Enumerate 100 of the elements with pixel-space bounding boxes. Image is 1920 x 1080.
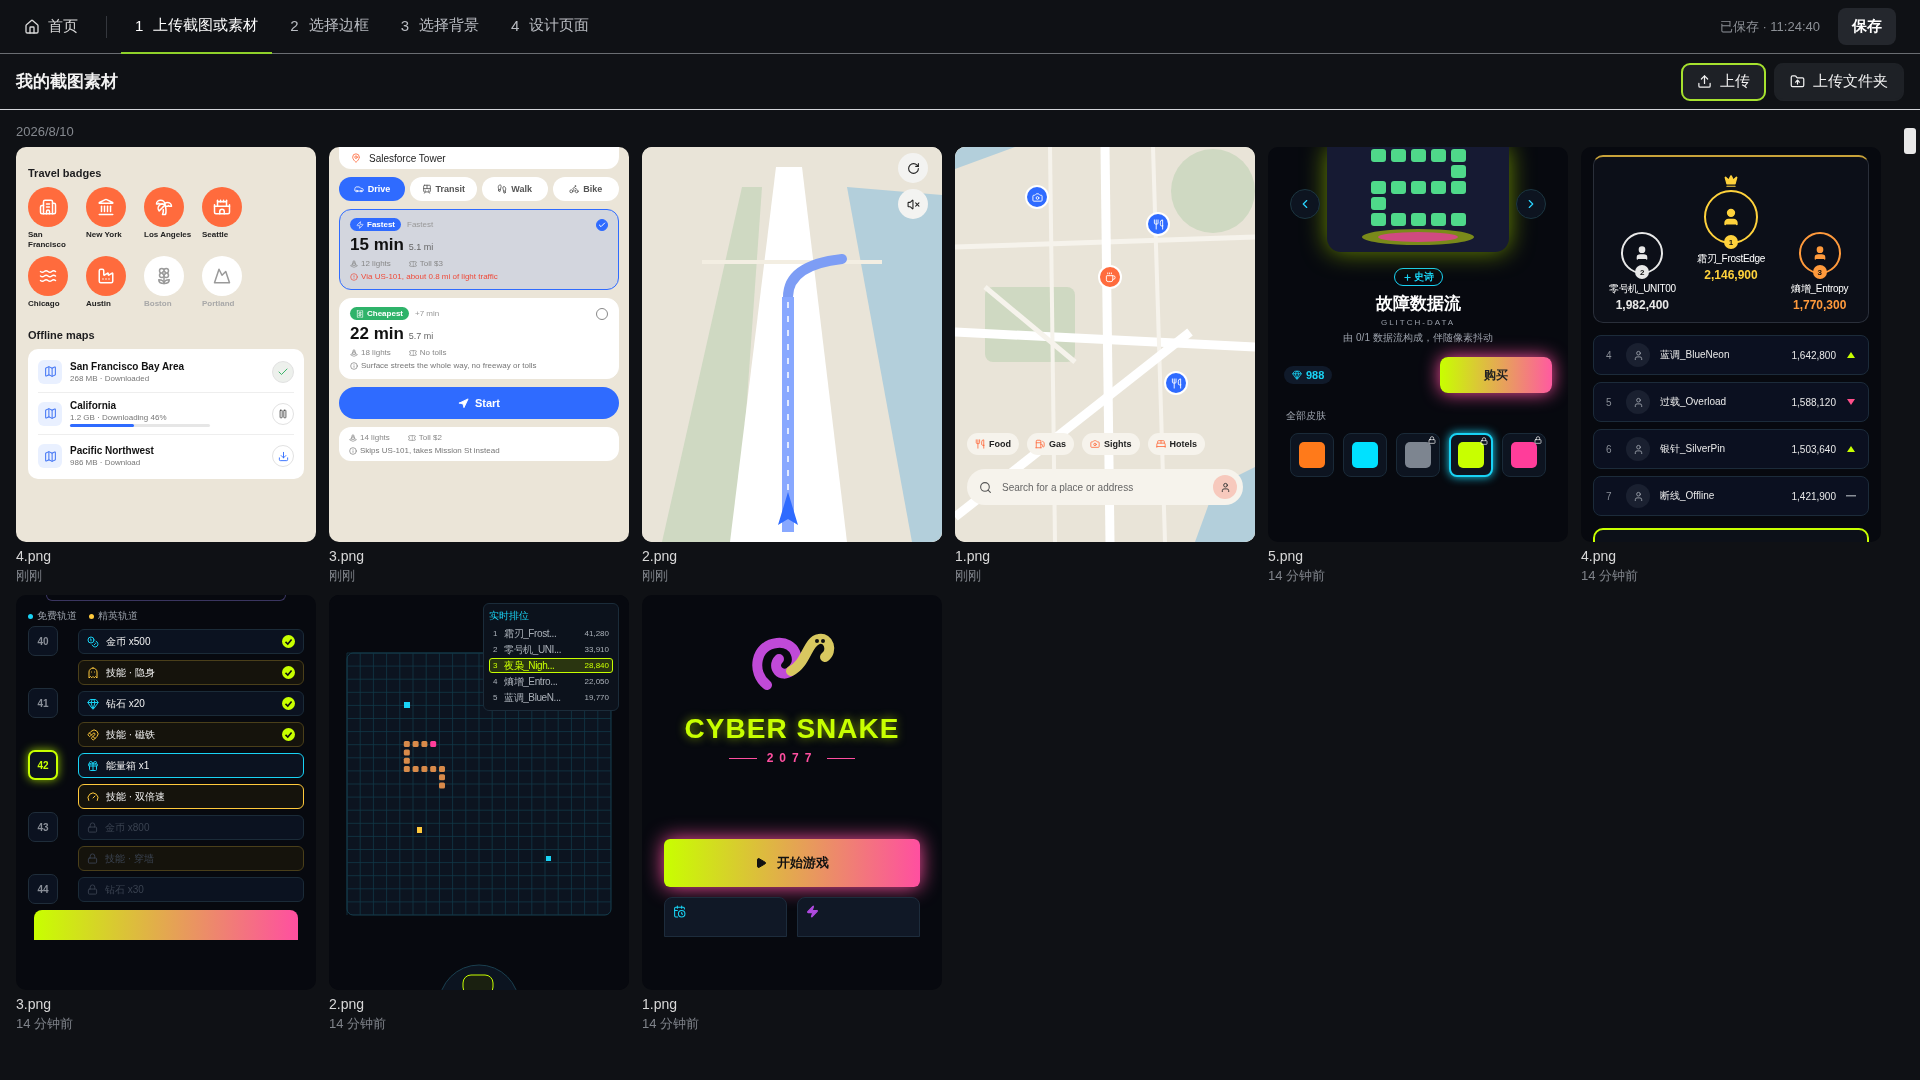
reward-item[interactable]: 金币 x500 <box>78 629 304 654</box>
route-option-card[interactable]: 14 lights Toll $2 Skips US-101, takes Mission St instead <box>339 427 619 461</box>
travel-mode-tab[interactable]: Drive <box>339 177 406 201</box>
route-note: Via US-101, about 0.8 mi of light traffic <box>361 272 498 281</box>
upload-folder-button[interactable]: 上传文件夹 <box>1774 62 1904 101</box>
start-game-button[interactable]: 开始游戏 <box>664 839 920 887</box>
player-score: 1,421,900 <box>1791 490 1836 502</box>
next-button[interactable] <box>1516 189 1546 219</box>
skin-option[interactable] <box>1343 433 1387 477</box>
gift-icon <box>87 759 99 772</box>
city-badge[interactable] <box>28 187 68 227</box>
upload-time: 14 分钟前 <box>329 1015 388 1033</box>
leaderboard-row[interactable]: 7 断线_Offline 1,421,900 <box>1593 476 1869 516</box>
city-badge[interactable] <box>86 256 126 296</box>
player-score: 1,588,120 <box>1791 396 1836 408</box>
reward-item[interactable]: 技能 · 隐身 <box>78 660 304 685</box>
receipt-icon <box>356 309 364 318</box>
mute-icon <box>906 197 920 211</box>
skin-option[interactable] <box>1502 433 1546 477</box>
scrollbar-thumb[interactable] <box>1904 128 1916 154</box>
alert-icon <box>350 272 358 281</box>
reward-item[interactable]: 技能 · 磁铁 <box>78 722 304 747</box>
screenshot-thumbnail[interactable] <box>16 147 316 542</box>
category-chip[interactable]: Gas <box>1027 433 1074 455</box>
info-icon <box>350 361 358 370</box>
leaderboard-row[interactable]: 5 过载_Overload 1,588,120 <box>1593 382 1869 422</box>
buy-button[interactable]: 购买 <box>1440 357 1552 393</box>
skin-name: 故障数据流 <box>1375 293 1461 315</box>
toll-info: Toll $3 <box>419 259 443 268</box>
category-chip[interactable]: Food <box>967 433 1019 455</box>
file-name: 4.png <box>16 548 53 564</box>
screenshot-thumbnail[interactable]: 2 零号机_UNIT00 1,982,400 1 霜刃_FrostEdge 2,146,900 3 熵增_Entropy 1,770,300 4 蓝调_BlueNeon 1,642,800 5 过载_Overload 1,588,120 6 银针_SilverPin 1,503,640 7 断线_Offline 1,421,900 <box>1581 147 1881 542</box>
previous-button[interactable] <box>1290 189 1320 219</box>
pause-button[interactable] <box>272 402 294 425</box>
badge-label: Chicago <box>28 299 61 310</box>
travel-mode-tab[interactable]: Walk <box>481 177 548 201</box>
city-badge[interactable] <box>86 187 126 227</box>
reward-item[interactable]: 钻石 x20 <box>78 691 304 716</box>
screenshot-thumbnail[interactable] <box>329 147 629 542</box>
lightning-icon <box>806 905 819 918</box>
step-tab[interactable]: 4 设计页面 <box>497 0 604 54</box>
city-badge[interactable] <box>202 256 242 296</box>
save-button[interactable]: 保存 <box>1838 8 1896 45</box>
reward-label: 技能 · 磁铁 <box>106 727 156 742</box>
download-icon <box>277 450 289 462</box>
traffic-cone-icon <box>349 433 357 442</box>
route-note: Surface streets the whole way, no freeway or tolls <box>361 361 537 370</box>
step-tab[interactable]: 1 上传截图或素材 <box>121 0 273 54</box>
step-tab[interactable]: 2 选择边框 <box>276 0 383 54</box>
player-score: 28,840 <box>584 661 609 670</box>
map-name: Pacific Northwest <box>70 445 155 456</box>
route-distance: 5.1 mi <box>408 242 434 252</box>
info-icon <box>349 446 357 455</box>
travel-mode-tab[interactable]: Transit <box>410 177 477 201</box>
leaderboard-row[interactable]: 4 蓝调_BlueNeon 1,642,800 <box>1593 335 1869 375</box>
file-name: 1.png <box>955 548 992 564</box>
flower-icon <box>155 267 173 285</box>
screenshot-thumbnail[interactable]: 史诗 故障数据流 GLITCH-DATA 由 0/1 数据流构成，伴随像素抖动 988 购买 全部皮肤 <box>1268 147 1568 542</box>
destination-field[interactable]: Salesforce Tower <box>339 147 619 169</box>
level-badge: 44 <box>28 874 58 904</box>
route-option-card[interactable]: Cheapest +7 min 22 min 5.7 mi 18 lights No tolls Surface streets the whole way, no freeway or tolls <box>339 298 619 379</box>
start-button[interactable]: Start <box>339 387 619 419</box>
factory-icon <box>97 267 115 285</box>
reward-item[interactable]: 能量箱 x1 <box>78 753 304 778</box>
city-badge[interactable] <box>202 187 242 227</box>
upload-time: 刚刚 <box>955 567 982 585</box>
skin-option[interactable] <box>1290 433 1334 477</box>
search-bar[interactable]: Search for a place or address <box>967 469 1243 505</box>
section-heading: Travel badges <box>28 167 103 179</box>
check-icon <box>282 666 295 679</box>
step-tab[interactable]: 3 选择背景 <box>386 0 494 54</box>
city-badge[interactable] <box>144 187 184 227</box>
game-title: CYBER SNAKE <box>684 713 900 745</box>
route-tag-label: Cheapest <box>367 309 403 318</box>
city-badge[interactable] <box>28 256 68 296</box>
screenshot-thumbnail[interactable]: CYBER SNAKE 2077 开始游戏 <box>642 595 942 990</box>
home-link[interactable]: 首页 <box>24 17 92 36</box>
check-icon <box>282 697 295 710</box>
traffic-lights-info: 18 lights <box>361 348 391 357</box>
route-option-card[interactable]: Fastest Fastest 15 min 5.1 mi 12 lights Toll $3 Via US-101, about 0.8 mi of light traffic <box>339 209 619 290</box>
profile-button[interactable] <box>1213 475 1237 499</box>
radio-button[interactable] <box>596 218 608 231</box>
leaderboard-row[interactable]: 6 银针_SilverPin 1,503,640 <box>1593 429 1869 469</box>
plus-icon <box>1402 272 1412 282</box>
upload-button[interactable]: 上传 <box>1681 62 1766 101</box>
category-chip[interactable]: Sights <box>1082 433 1140 455</box>
player-score: 41,280 <box>584 629 609 638</box>
rank-number: 1 <box>1724 235 1738 249</box>
category-chip[interactable]: Hotels <box>1147 433 1206 455</box>
game-subtitle: 2077 <box>766 751 818 765</box>
waves-icon <box>39 267 57 285</box>
pause-icon <box>278 408 288 419</box>
search-field[interactable]: Search for a place or address <box>1000 480 1205 494</box>
ticket-icon <box>408 259 417 268</box>
save-status: 已保存 · 11:24:40 <box>1719 17 1820 36</box>
reward-item[interactable]: 技能 · 双倍速 <box>78 784 304 809</box>
building-icon <box>39 198 57 216</box>
travel-mode-tab[interactable]: Bike <box>552 177 619 201</box>
download-button[interactable] <box>272 445 294 467</box>
city-badge[interactable] <box>144 256 184 296</box>
